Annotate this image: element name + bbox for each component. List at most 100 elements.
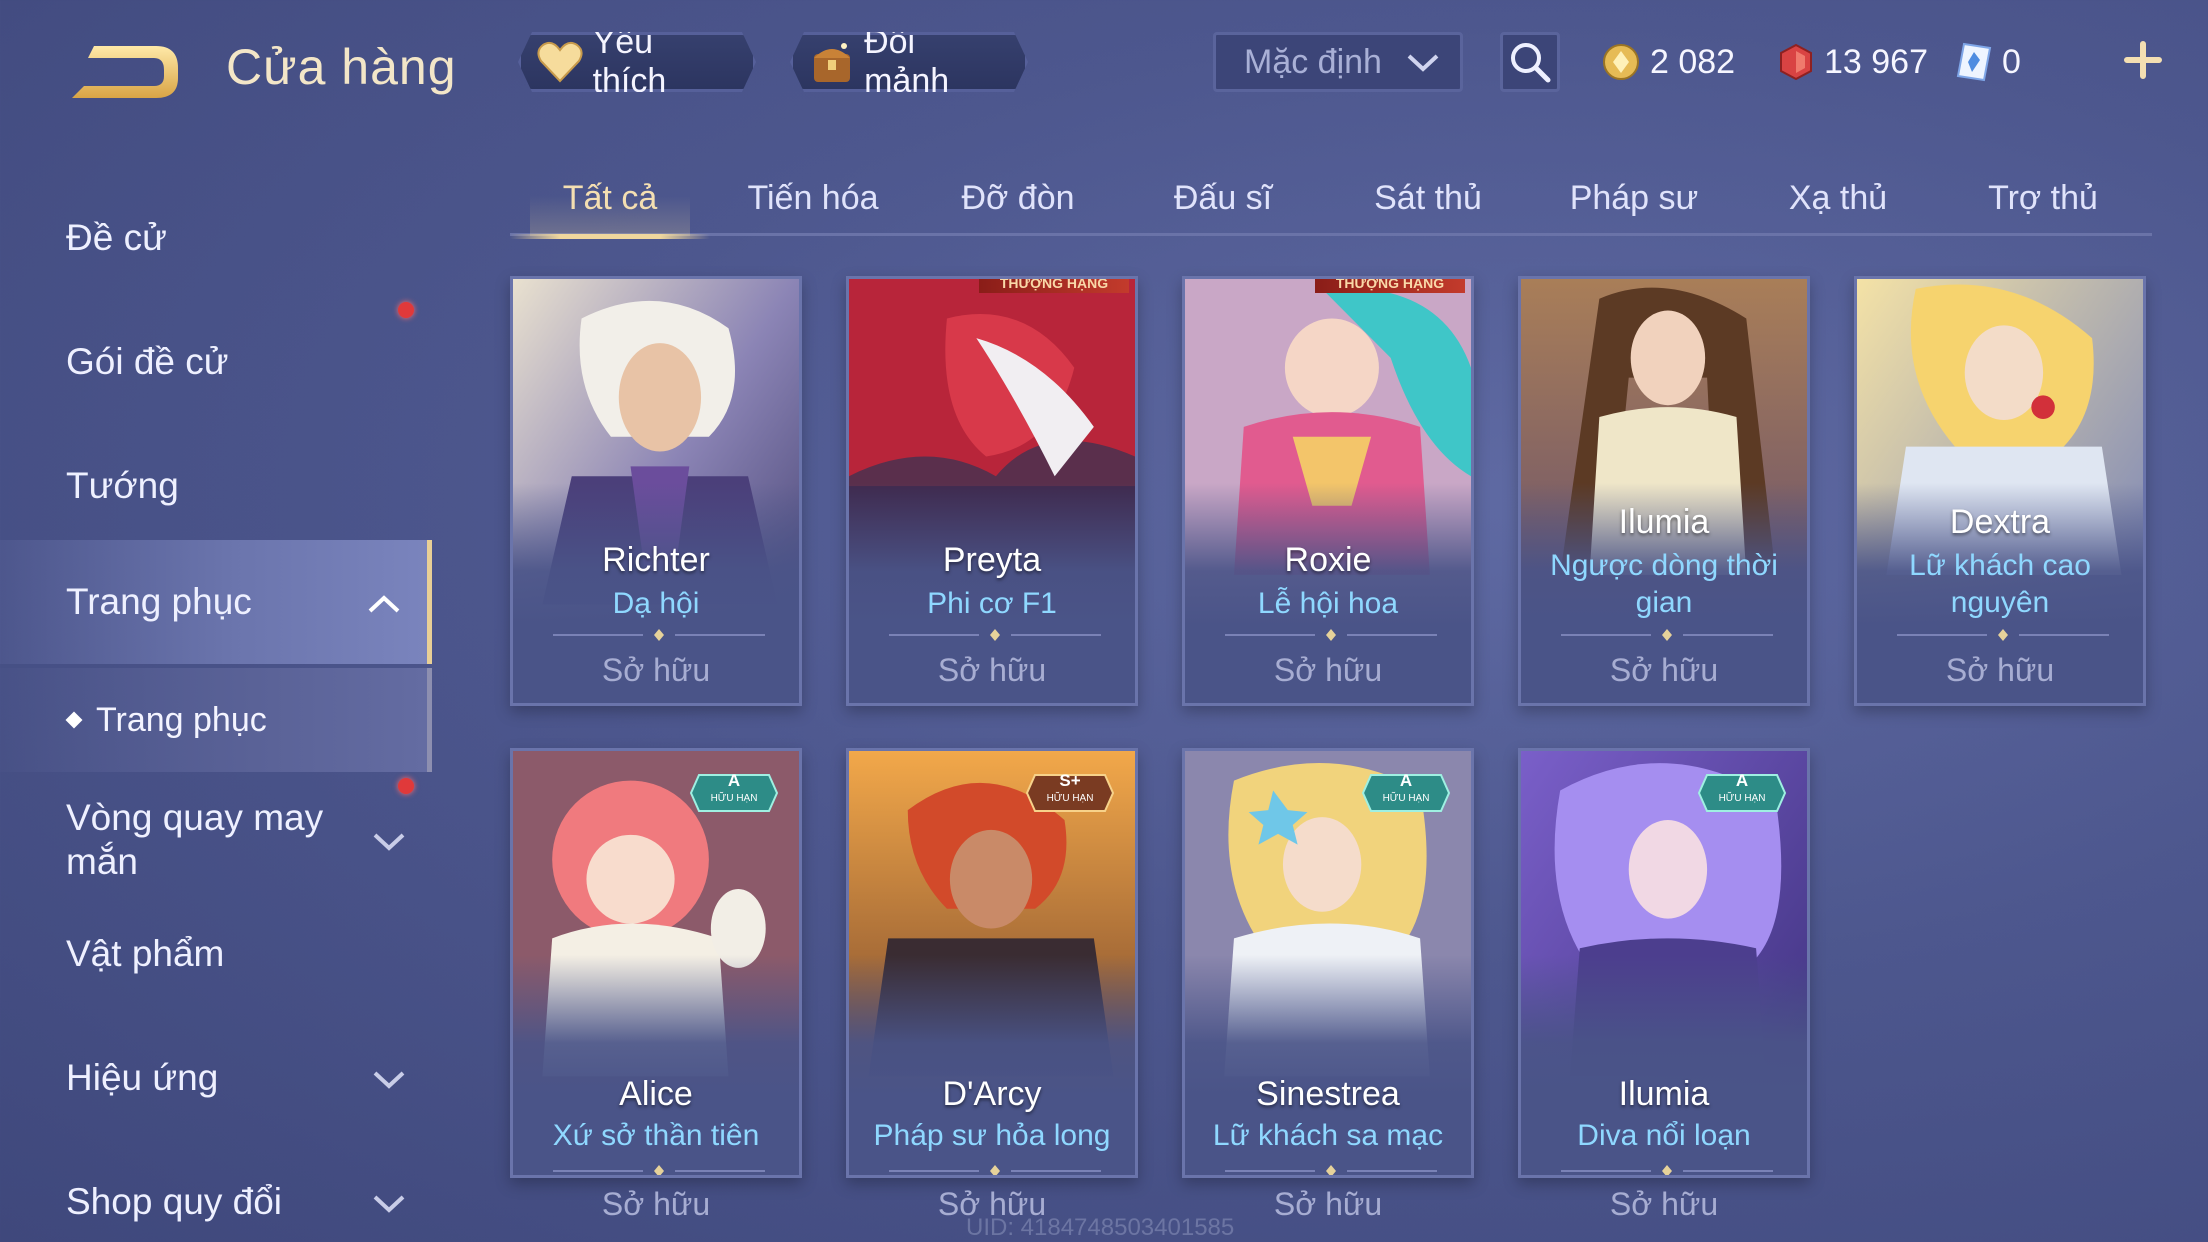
sort-dropdown[interactable]: Mặc định [1213,32,1463,92]
sidebar-item-items[interactable]: Vật phẩm [0,892,432,1016]
skin-card[interactable]: Dextra Lữ khách cao nguyên Sở hữu [1854,276,2146,706]
premium-ribbon: THƯỢNG HẠNG [1315,279,1465,293]
sidebar-item-effects[interactable]: Hiệu ứng [0,1016,432,1140]
hero-name: D'Arcy [942,1075,1042,1113]
sidebar-item-featured-bundles[interactable]: Gói đề cử [0,300,432,424]
add-currency-button[interactable] [2118,30,2168,90]
ornament-divider [1225,1165,1437,1175]
voucher-amount: 13 967 [1824,42,1928,81]
back-arrow-icon [72,46,178,98]
favorites-label: Yêu thích [592,23,667,100]
skin-card[interactable]: S+ HỮU HẠN D'Arcy Pháp sư hỏa long [846,748,1138,1178]
sidebar-item-skins[interactable]: Trang phục [0,540,432,664]
heart-icon [535,37,585,87]
shop-sidebar: Đề cử Gói đề cử Tướng Trang phục Trang p… [0,176,432,1242]
grade-limited-text: HỮU HẠN [710,793,758,804]
tab-assassin[interactable]: Sát thủ [1328,160,1528,236]
sidebar-item-featured[interactable]: Đề cử [0,176,432,300]
sort-value: Mặc định [1244,42,1382,81]
diamond-amount: 0 [2002,42,2021,81]
diamond-ticket-icon [1956,42,1992,82]
ornament-divider [1561,629,1773,641]
favorites-button[interactable]: Yêu thích [518,32,756,92]
page-title: Cửa hàng [226,39,457,95]
skin-name: Dạ hội [612,587,700,620]
grade-limited-text: HỮU HẠN [1718,793,1766,804]
back-button[interactable] [64,38,184,104]
sidebar-item-label: Hiệu ứng [66,1057,219,1098]
hero-name: Dextra [1949,503,2051,541]
voucher-balance: 13 967 [1778,34,1928,90]
skin-card[interactable]: THƯỢNG HẠNG Preyta Phi cơ F1 Sở hữu [846,276,1138,706]
search-button[interactable] [1500,32,1560,92]
ornament-divider [553,629,765,641]
sidebar-item-label: Vòng quay may mắn [66,797,324,882]
sidebar-item-label: Gói đề cử [66,341,229,382]
skin-card[interactable]: A HỮU HẠN Ilumia Diva nổi loạn [1518,748,1810,1178]
skin-card[interactable]: A HỮU HẠN Alice Xứ sở thần tiên [510,748,802,1178]
skin-name: Pháp sư hỏa long [873,1119,1111,1152]
sidebar-subitem-skins[interactable]: Trang phục [0,668,432,772]
grade-limited-text: HỮU HẠN [1382,793,1430,804]
chevron-up-icon [367,581,401,623]
owned-status: Sở hữu [1273,652,1383,688]
skin-card[interactable]: Richter Dạ hội Sở hữu [510,276,802,706]
gold-amount: 2 082 [1650,42,1736,81]
owned-status: Sở hữu [1609,1186,1719,1222]
sidebar-item-label: Vật phẩm [66,933,225,974]
skin-name: Lễ hội hoa [1257,587,1399,620]
hero-name: Roxie [1284,541,1372,579]
exchange-label: Đổi mảnh [864,23,950,100]
hero-name: Richter [602,541,710,579]
hero-name: Preyta [942,541,1042,579]
hero-name: Ilumia [1618,503,1710,541]
red-voucher-icon [1780,43,1812,81]
chevron-down-icon [372,818,406,862]
exchange-shards-button[interactable]: Đổi mảnh [790,32,1028,92]
skin-name: Phi cơ F1 [927,587,1057,620]
owned-status: Sở hữu [1609,652,1719,688]
tab-support[interactable]: Trợ thủ [1943,160,2143,236]
tab-tank[interactable]: Đỡ đòn [918,160,1118,236]
chevron-down-icon [372,1057,406,1099]
ornament-divider [889,629,1101,641]
skin-card[interactable]: Ilumia Ngược dòng thời gian Sở hữu [1518,276,1810,706]
ornament-divider [1225,629,1437,641]
ornament-divider [553,1165,765,1175]
tab-marksman[interactable]: Xạ thủ [1738,160,1938,236]
skin-name: Diva nổi loạn [1577,1119,1751,1152]
skin-card[interactable]: A HỮU HẠN Sinestrea Lữ khách sa mạc [1182,748,1474,1178]
grade-letter: A [1399,771,1413,790]
search-icon [1511,43,1551,83]
grade-letter: A [727,771,741,790]
sidebar-item-label: Trang phục [66,581,252,622]
diamond-balance: 0 [1956,34,2021,90]
notification-dot [398,778,414,794]
tab-mage[interactable]: Pháp sư [1534,160,1734,236]
owned-status: Sở hữu [601,1186,711,1222]
ornament-divider [1897,629,2109,641]
user-id-watermark: UID: 4184748503401585 [966,1214,1235,1241]
skin-name: Lữ khách sa mạc [1212,1119,1444,1152]
gold-coin-icon [1603,44,1639,80]
skin-name: Ngược dòng thời gian [1550,549,1778,619]
sidebar-item-label: Đề cử [66,217,167,258]
sidebar-item-heroes[interactable]: Tướng [0,424,432,548]
ornament-divider [1561,1165,1773,1175]
hero-name: Ilumia [1618,1075,1710,1113]
top-bar: Cửa hàng Yêu thích Đổi mảnh Mặc định 2 0… [0,0,2208,130]
owned-status: Sở hữu [1945,652,2055,688]
gold-balance: 2 082 [1602,34,1735,90]
tab-all[interactable]: Tất cả [510,160,710,239]
grade-letter: A [1735,771,1749,790]
sidebar-item-exchange-shop[interactable]: Shop quy đổi [0,1140,432,1242]
owned-status: Sở hữu [937,652,1047,688]
bullet-icon [65,711,83,729]
sidebar-item-lucky-wheel[interactable]: Vòng quay may mắn [0,772,432,908]
tab-fighter[interactable]: Đấu sĩ [1123,160,1323,236]
notification-dot [398,302,414,318]
grade-letter: S+ [1059,771,1081,790]
grade-limited-text: HỮU HẠN [1046,793,1094,804]
tab-evolution[interactable]: Tiến hóa [713,160,913,236]
skin-card[interactable]: THƯỢNG HẠNG Roxie Lễ hội hoa Sở hữu [1182,276,1474,706]
